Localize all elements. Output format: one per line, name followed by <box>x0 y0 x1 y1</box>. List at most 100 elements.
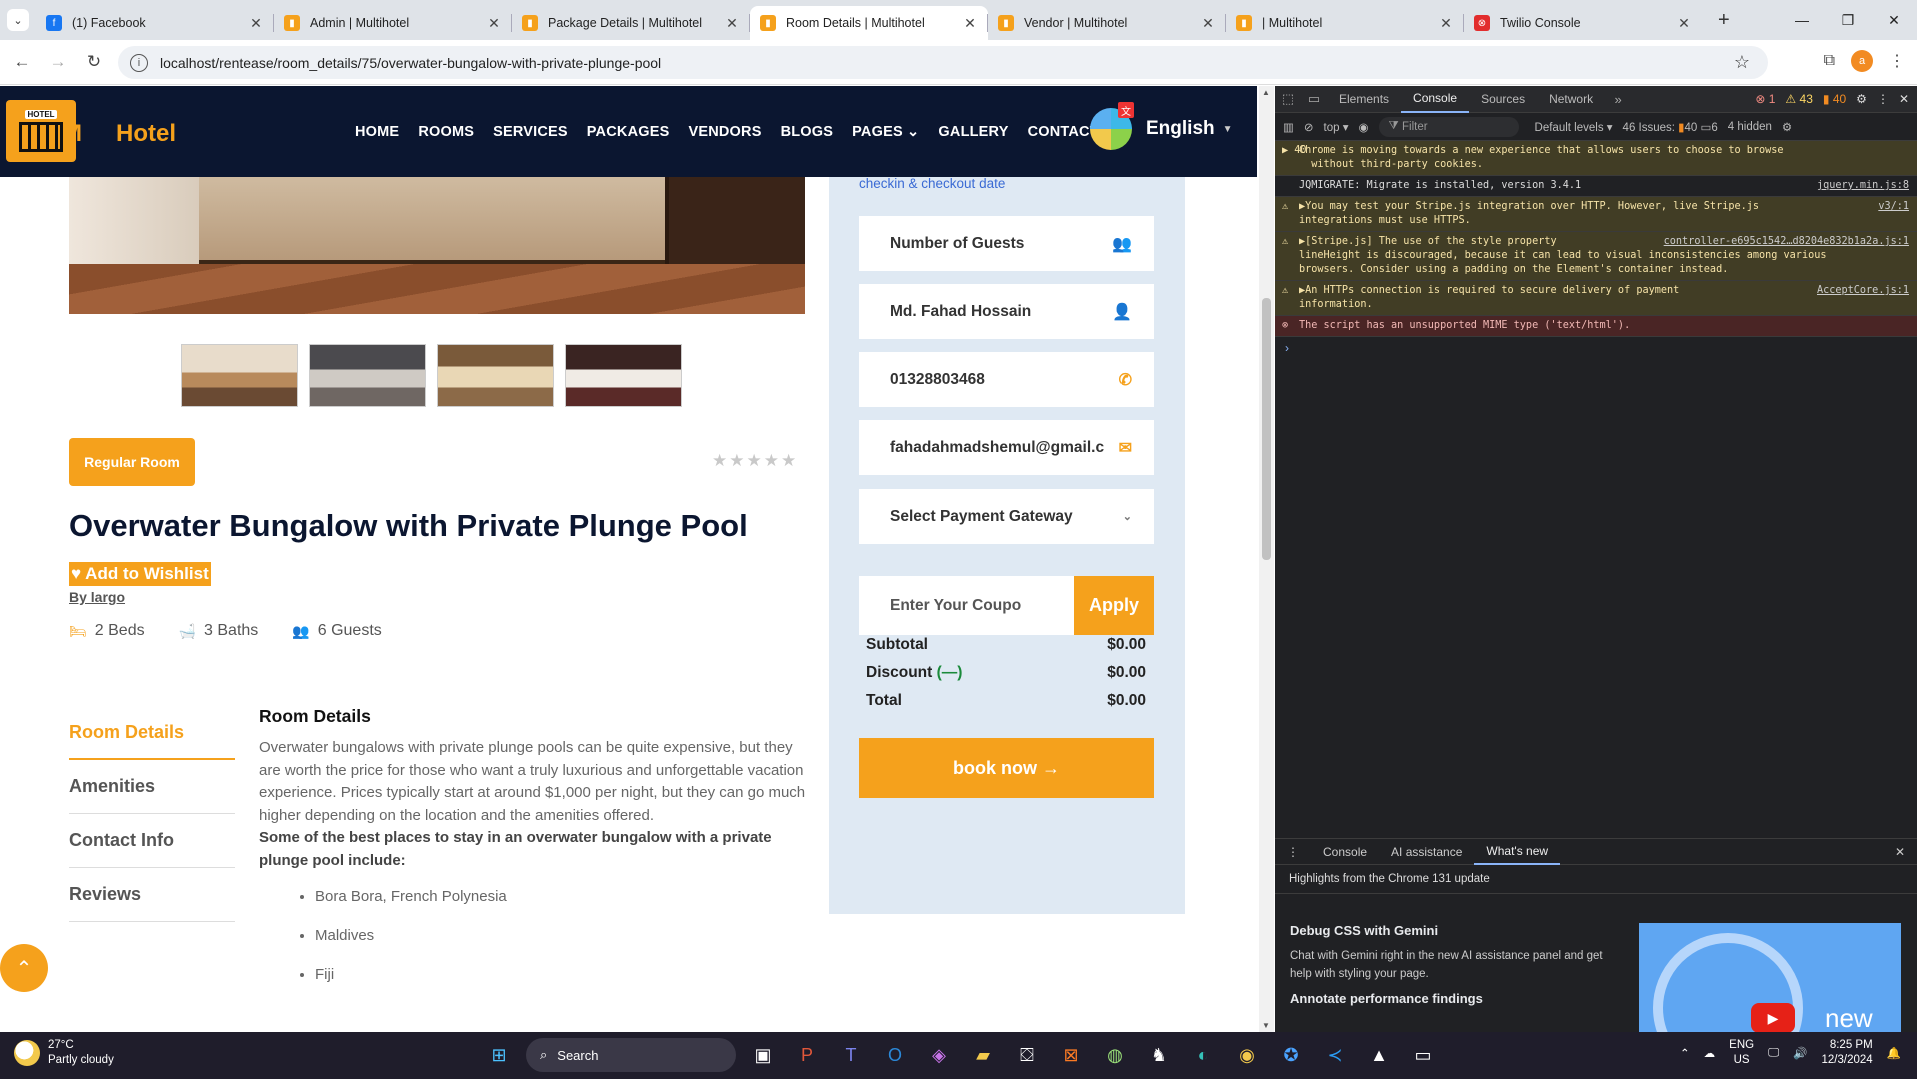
bookmark-star-icon[interactable]: ☆ <box>1734 52 1750 73</box>
nav-link[interactable]: HOME <box>355 124 399 140</box>
copilot-icon[interactable]: ◈ <box>922 1036 956 1074</box>
console-message[interactable]: ⊗ The script has an unsupported MIME type… <box>1275 316 1917 337</box>
restore-button[interactable]: ❐ <box>1825 0 1871 40</box>
browser-tab[interactable]: ⊗ Twilio Console ✕ <box>1464 6 1702 40</box>
drawer-tab[interactable]: What's new <box>1474 839 1561 865</box>
close-tab-icon[interactable]: ✕ <box>1438 15 1454 32</box>
browser-tab[interactable]: ▮ | Multihotel ✕ <box>1226 6 1464 40</box>
thumbnail-2[interactable] <box>309 344 426 407</box>
close-tab-icon[interactable]: ✕ <box>1200 15 1216 32</box>
devtools-tab[interactable]: Sources <box>1469 86 1537 113</box>
browser-tab[interactable]: ▮ Vendor | Multihotel ✕ <box>988 6 1226 40</box>
edge-icon[interactable]: ◐ <box>1186 1036 1220 1074</box>
outlook-icon[interactable]: O <box>878 1036 912 1074</box>
show-hidden-icons[interactable]: ⌃ <box>1680 1046 1690 1060</box>
weather-tray-icon[interactable]: ☁ <box>1704 1046 1716 1060</box>
chrome-icon[interactable]: ◉ <box>1230 1036 1264 1074</box>
file-explorer-icon[interactable]: ▰ <box>966 1036 1000 1074</box>
scroll-up-icon[interactable]: ▲ <box>1262 88 1270 97</box>
reload-button[interactable]: ↻ <box>80 52 108 72</box>
devtools-tab[interactable]: Network <box>1537 86 1605 113</box>
console-message[interactable]: jquery.min.js:8 JQMIGRATE: Migrate is ins… <box>1275 176 1917 197</box>
app-icon[interactable]: ◍ <box>1098 1036 1132 1074</box>
console-message[interactable]: ▶ 40 Chrome is moving towards a new exper… <box>1275 141 1917 176</box>
extensions-icon[interactable]: ⧉ <box>1824 52 1835 70</box>
apply-coupon-button[interactable]: Apply <box>1074 576 1154 635</box>
powerpoint-icon[interactable]: P <box>790 1036 824 1074</box>
scroll-down-icon[interactable]: ▼ <box>1262 1021 1270 1030</box>
thumbnail-1[interactable] <box>181 344 298 407</box>
warning-count[interactable]: ⚠ 43 <box>1785 92 1812 106</box>
clear-console-icon[interactable]: ⊘ <box>1304 120 1314 134</box>
vpn-icon[interactable]: ✪ <box>1274 1036 1308 1074</box>
close-drawer-icon[interactable]: ✕ <box>1883 845 1917 859</box>
browser-tab[interactable]: ▮ Admin | Multihotel ✕ <box>274 6 512 40</box>
clock[interactable]: 8:25 PM 12/3/2024 <box>1822 1038 1873 1068</box>
sidebar-toggle-icon[interactable]: ▥ <box>1283 120 1294 134</box>
nav-link[interactable]: GALLERY <box>938 124 1008 140</box>
coupon-input[interactable]: Enter Your Coupo <box>859 576 1074 635</box>
close-tab-icon[interactable]: ✕ <box>724 15 740 32</box>
terminal-icon[interactable]: ▭ <box>1406 1036 1440 1074</box>
forward-button[interactable]: → <box>44 52 72 72</box>
source-link[interactable]: AcceptCore.js:1 <box>1817 284 1909 298</box>
whats-new-item-title[interactable]: Debug CSS with Gemini <box>1290 923 1438 938</box>
author-link[interactable]: By largo <box>69 589 125 605</box>
close-tab-icon[interactable]: ✕ <box>962 15 978 32</box>
vscode-icon[interactable]: ≺ <box>1318 1036 1352 1074</box>
close-tab-icon[interactable]: ✕ <box>248 15 264 32</box>
new-tab-button[interactable]: + <box>1718 9 1730 32</box>
console-message[interactable]: ⚠ AcceptCore.js:1 ▶An HTTPs connection is … <box>1275 281 1917 316</box>
whats-new-video-thumbnail[interactable]: ▶ new <box>1639 923 1901 1033</box>
devtools-tab[interactable]: Elements <box>1327 86 1401 113</box>
console-message[interactable]: ⚠ controller-e695c1542…d8204e832b1a2a.js:… <box>1275 232 1917 281</box>
network-icon[interactable]: 🖵 <box>1768 1047 1779 1060</box>
phone-field[interactable]: 01328803468 ✆ <box>859 352 1154 407</box>
close-tab-icon[interactable]: ✕ <box>1676 15 1692 32</box>
teams-icon[interactable]: T <box>834 1036 868 1074</box>
language-selector[interactable]: 文 English ▼ <box>1090 102 1233 150</box>
devtools-tab[interactable]: Console <box>1401 86 1470 113</box>
weather-widget[interactable]: 27°C Partly cloudy <box>14 1038 114 1068</box>
source-link[interactable]: controller-e695c1542…d8204e832b1a2a.js:1 <box>1664 235 1909 249</box>
nav-link[interactable]: BLOGS <box>781 124 834 140</box>
close-devtools-icon[interactable]: ✕ <box>1899 92 1909 106</box>
email-field[interactable]: fahadahmadshemul@gmail.c ✉ <box>859 420 1154 475</box>
store-icon[interactable]: ⛋ <box>1010 1036 1044 1074</box>
browser-tab[interactable]: ▮ Room Details | Multihotel ✕ <box>750 6 988 40</box>
nav-link[interactable]: ROOMS <box>418 124 474 140</box>
notification-bell-icon[interactable]: 🔔 <box>1887 1046 1901 1060</box>
room-tab[interactable]: Contact Info <box>69 814 235 868</box>
source-link[interactable]: jquery.min.js:8 <box>1817 179 1909 193</box>
thumbnail-3[interactable] <box>437 344 554 407</box>
book-now-button[interactable]: book now → <box>859 738 1154 798</box>
drawer-tab[interactable]: AI assistance <box>1379 845 1474 859</box>
error-count[interactable]: ⊗ 1 <box>1755 92 1775 106</box>
issues-summary[interactable]: 46 Issues: ▮40 ▭6 <box>1623 120 1718 134</box>
url-field[interactable]: i localhost/rentease/room_details/75/ove… <box>118 46 1768 79</box>
more-tabs-icon[interactable]: » <box>1605 92 1631 107</box>
close-tab-icon[interactable]: ✕ <box>486 15 502 32</box>
volume-icon[interactable]: 🔊 <box>1793 1046 1807 1060</box>
back-button[interactable]: ← <box>8 52 36 72</box>
game-icon[interactable]: ♞ <box>1142 1036 1176 1074</box>
thumbnail-4[interactable] <box>565 344 682 407</box>
cursor-app-icon[interactable]: ▲ <box>1362 1036 1396 1074</box>
guests-field[interactable]: Number of Guests 👥 <box>859 216 1154 271</box>
minimize-button[interactable]: — <box>1779 0 1825 40</box>
add-to-wishlist-button[interactable]: ♥ Add to Wishlist <box>69 562 211 586</box>
settings-gear-icon[interactable]: ⚙ <box>1856 92 1867 106</box>
room-tab[interactable]: Room Details <box>69 706 235 760</box>
input-language[interactable]: ENG US <box>1729 1038 1754 1068</box>
source-link[interactable]: v3/:1 <box>1878 200 1909 214</box>
log-levels-select[interactable]: Default levels ▾ <box>1535 120 1613 134</box>
device-toolbar-icon[interactable]: ▭ <box>1301 91 1327 107</box>
room-tab[interactable]: Amenities <box>69 760 235 814</box>
nav-link[interactable]: PACKAGES <box>587 124 670 140</box>
page-scrollbar[interactable]: ▲ ▼ <box>1259 86 1274 1032</box>
nav-link[interactable]: SERVICES <box>493 124 568 140</box>
site-info-icon[interactable]: i <box>130 53 148 72</box>
console-prompt[interactable]: › <box>1275 337 1917 359</box>
eye-icon[interactable]: ◉ <box>1358 120 1368 134</box>
context-select[interactable]: top ▾ <box>1324 120 1349 134</box>
